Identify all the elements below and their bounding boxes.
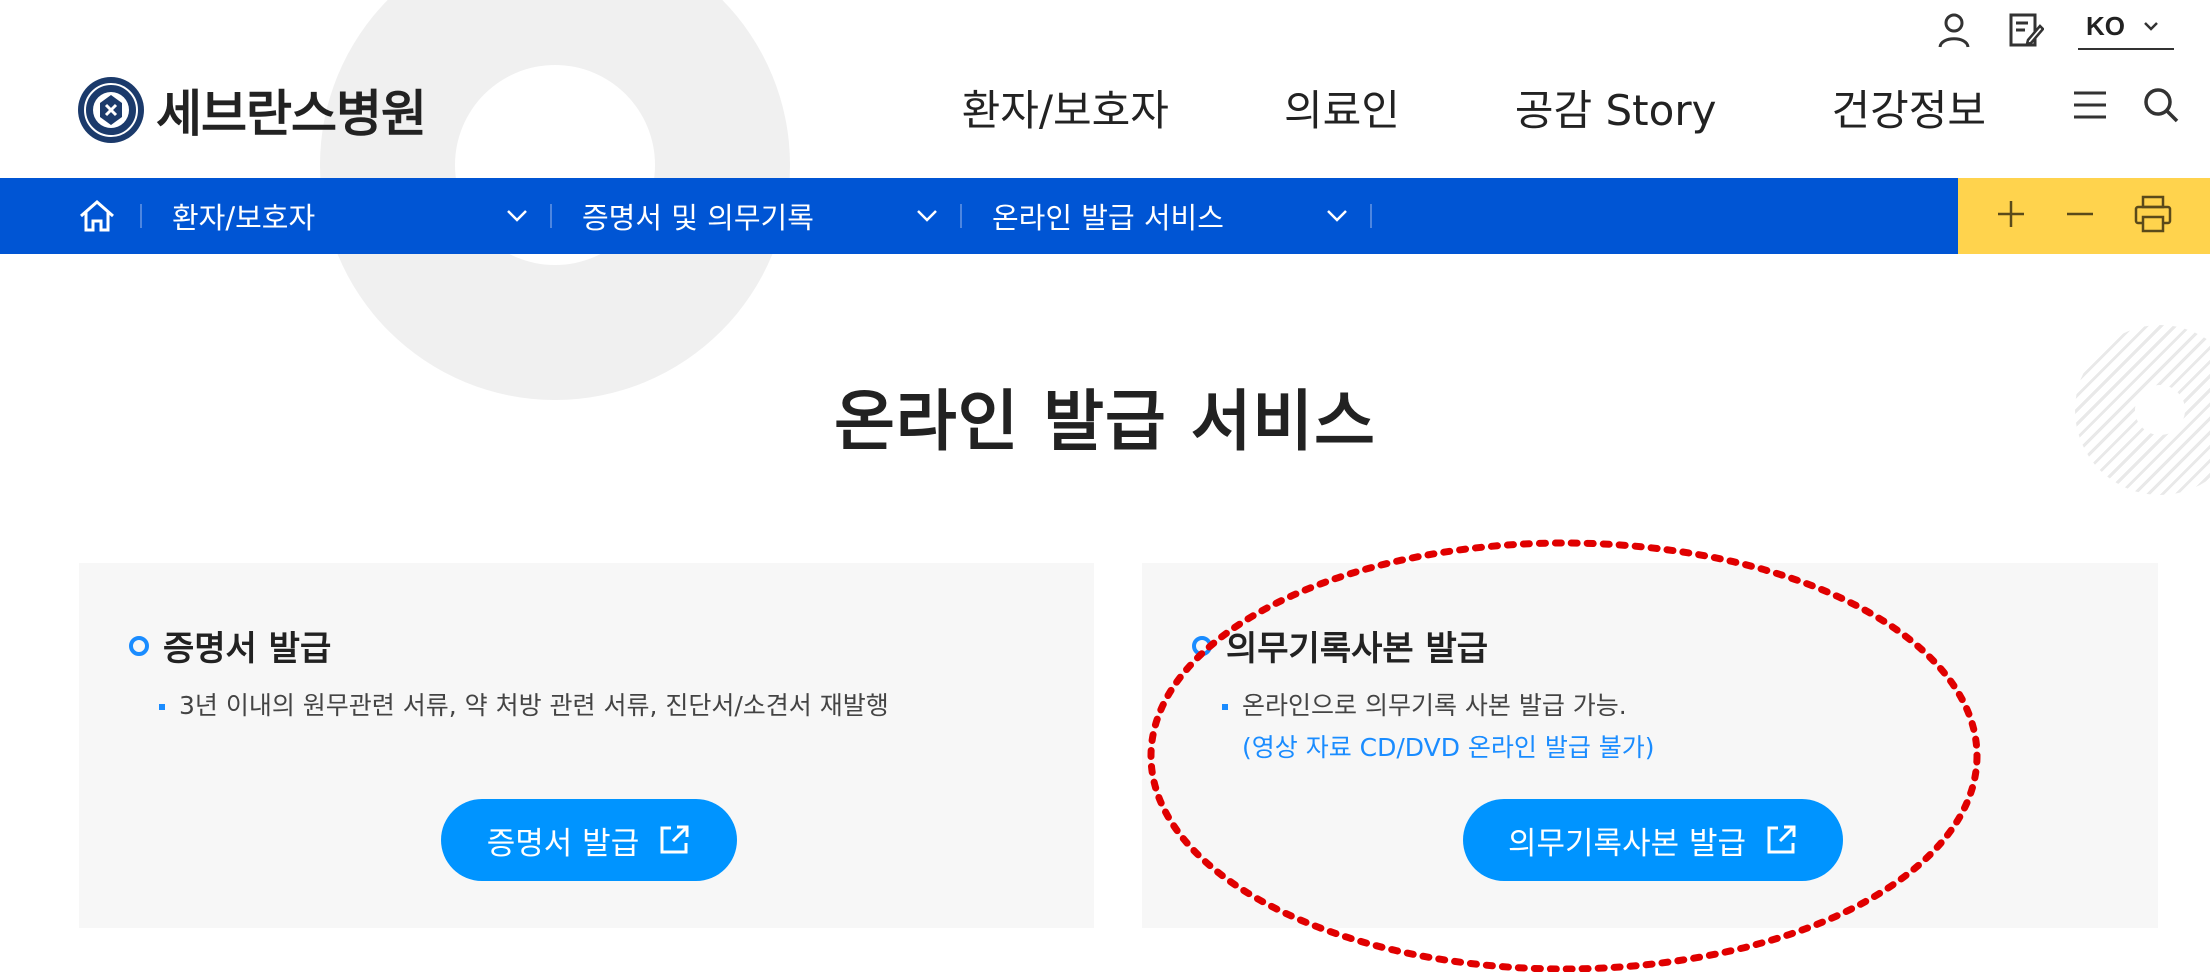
utility-bar: KO — [1934, 0, 2174, 60]
card-title: 증명서 발급 — [163, 629, 332, 669]
page-tools — [1958, 178, 2210, 254]
plus-icon[interactable] — [1995, 198, 2027, 234]
nav-patient[interactable]: 환자/보호자 — [962, 77, 1169, 138]
square-bullet-icon — [159, 704, 165, 710]
button-label: 증명서 발급 — [486, 825, 640, 862]
nav-health-info[interactable]: 건강정보 — [1831, 77, 1986, 138]
card-header: 증명서 발급 — [129, 621, 331, 670]
chevron-down-icon — [1327, 210, 1347, 222]
card-description: 온라인으로 의무기록 사본 발급 가능. (영상 자료 CD/DVD 온라인 발… — [1222, 685, 1655, 769]
breadcrumb-label: 환자/보호자 — [172, 201, 316, 235]
chevron-down-icon — [2144, 22, 2158, 31]
medical-record-card: 의무기록사본 발급 온라인으로 의무기록 사본 발급 가능. (영상 자료 CD… — [1142, 563, 2158, 928]
external-link-icon — [660, 825, 689, 854]
certificate-issue-button[interactable]: 증명서 발급 — [441, 799, 737, 881]
user-icon[interactable] — [1934, 10, 1974, 50]
card-header: 의무기록사본 발급 — [1192, 621, 1488, 670]
language-selector[interactable]: KO — [2078, 11, 2174, 50]
hamburger-icon[interactable] — [2072, 89, 2108, 125]
breadcrumb-dropdown-2[interactable]: 증명서 및 의무기록 — [552, 195, 960, 237]
description-text: 온라인으로 의무기록 사본 발급 가능. — [1242, 691, 1627, 720]
description-note: (영상 자료 CD/DVD 온라인 발급 불가) — [1242, 733, 1655, 762]
divider — [1370, 204, 1372, 228]
card-title: 의무기록사본 발급 — [1226, 629, 1489, 669]
emblem-icon — [78, 77, 144, 143]
hospital-logo[interactable]: 세브란스병원 — [78, 74, 427, 146]
edit-icon[interactable] — [2006, 10, 2046, 50]
chevron-down-icon — [507, 210, 527, 222]
square-bullet-icon — [1222, 704, 1228, 710]
breadcrumb-label: 온라인 발급 서비스 — [992, 201, 1224, 235]
page-title: 온라인 발급 서비스 — [834, 383, 1376, 460]
nav-medical-staff[interactable]: 의료인 — [1284, 77, 1400, 138]
breadcrumb-dropdown-1[interactable]: 환자/보호자 — [142, 195, 550, 237]
language-label: KO — [2086, 10, 2125, 41]
home-icon[interactable] — [78, 199, 140, 233]
minus-icon[interactable] — [2064, 198, 2096, 234]
print-icon[interactable] — [2133, 195, 2173, 237]
description-text: 3년 이내의 원무관련 서류, 약 처방 관련 서류, 진단서/소견서 재발행 — [179, 691, 889, 720]
logo-text: 세브란스병원 — [156, 85, 427, 143]
header-tools — [2072, 86, 2180, 128]
external-link-icon — [1767, 825, 1796, 854]
breadcrumb-dropdown-3[interactable]: 온라인 발급 서비스 — [962, 195, 1370, 237]
nav-story[interactable]: 공감 Story — [1515, 77, 1717, 138]
certificate-card: 증명서 발급 3년 이내의 원무관련 서류, 약 처방 관련 서류, 진단서/소… — [79, 563, 1094, 928]
search-icon[interactable] — [2142, 86, 2180, 128]
button-label: 의무기록사본 발급 — [1507, 825, 1746, 862]
breadcrumb: 환자/보호자 증명서 및 의무기록 온라인 발급 서비스 — [0, 178, 1958, 254]
card-description: 3년 이내의 원무관련 서류, 약 처방 관련 서류, 진단서/소견서 재발행 — [159, 685, 889, 727]
chevron-down-icon — [917, 210, 937, 222]
main-navigation: 환자/보호자 의료인 공감 Story 건강정보 — [962, 72, 2210, 142]
breadcrumb-label: 증명서 및 의무기록 — [582, 201, 814, 235]
ring-bullet-icon — [129, 635, 149, 656]
medical-record-issue-button[interactable]: 의무기록사본 발급 — [1463, 799, 1843, 881]
ring-bullet-icon — [1192, 635, 1212, 656]
